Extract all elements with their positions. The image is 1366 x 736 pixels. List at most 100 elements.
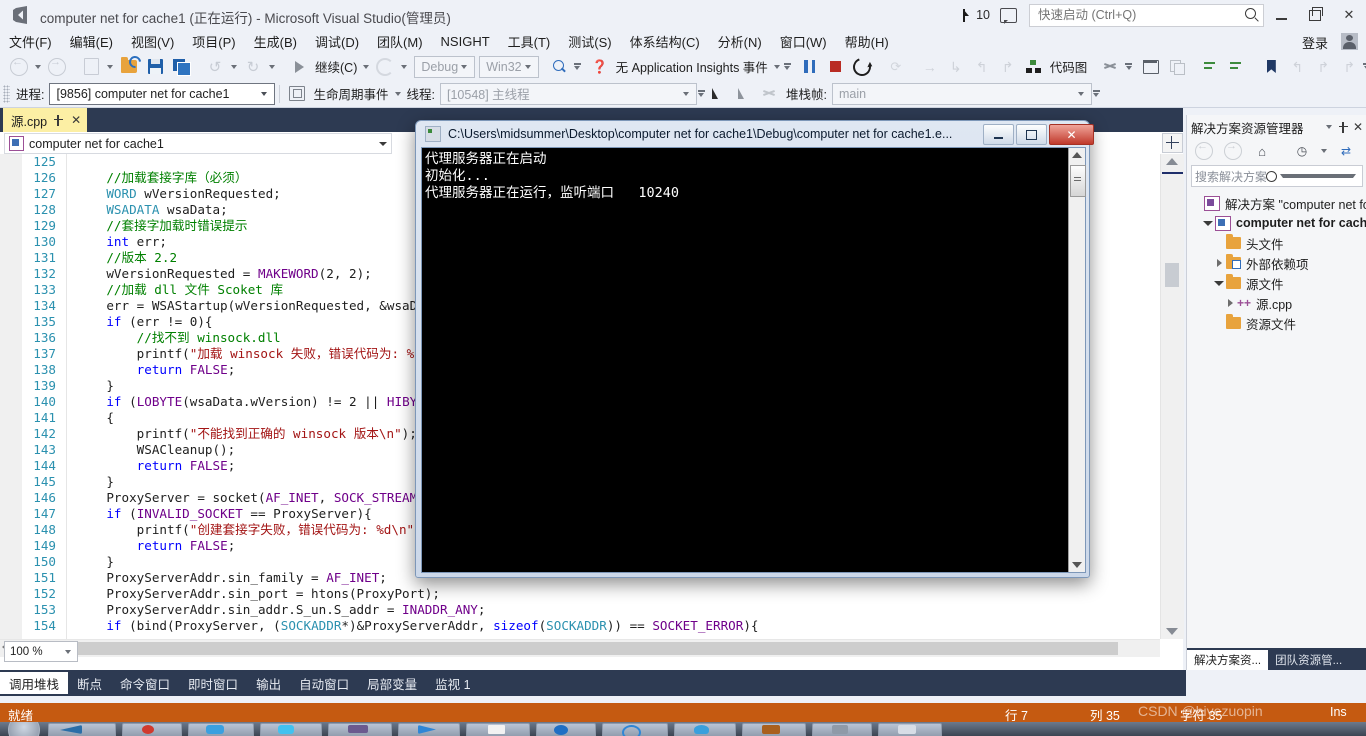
step-over-button[interactable]: → [917,56,943,78]
taskbar-item[interactable] [48,723,116,736]
window-compare-button[interactable] [1164,56,1190,78]
continue-dropdown-icon[interactable] [363,64,370,69]
tab-solution-explorer[interactable]: 解决方案资... [1187,650,1269,670]
home-button[interactable]: ⌂ [1249,140,1275,162]
tree-expander[interactable] [1201,220,1215,226]
document-tab-source-cpp[interactable]: 源.cpp ✕ [3,108,88,132]
thread-combo[interactable]: [10548] 主线程 [439,82,697,105]
toolbar-overflow-button[interactable] [783,62,791,71]
menu-item-edit[interactable]: 编辑(E) [61,30,122,53]
toolbar-overflow-button[interactable] [697,89,705,98]
tree-node[interactable]: 头文件 [1187,233,1366,253]
tab-autos[interactable]: 自动窗口 [290,672,358,694]
code-map-label[interactable]: 代码图 [1047,57,1091,76]
back-button[interactable] [1191,140,1217,162]
save-button[interactable] [142,56,168,78]
open-file-button[interactable] [116,56,142,78]
console-minimize-button[interactable] [983,124,1014,145]
menu-item-project[interactable]: 项目(P) [183,30,244,53]
restart-button[interactable] [849,54,875,79]
toolbar-grip[interactable] [3,84,10,103]
tree-node[interactable]: 解决方案 "computer net for cache1" [1187,193,1366,213]
tree-expander[interactable] [1212,280,1226,286]
tab-breakpoints[interactable]: 断点 [68,672,111,694]
minimize-button[interactable] [1264,0,1298,30]
stackframe-combo[interactable]: main [831,82,1092,105]
toolbar-overflow-button[interactable] [573,62,581,71]
step-out-button[interactable]: ↰ [969,56,995,78]
tab-locals[interactable]: 局部变量 [358,672,426,694]
menu-item-window[interactable]: 窗口(W) [771,30,836,53]
navigate-backward-dropdown-icon[interactable] [35,64,41,69]
next-bookmark-button[interactable]: ↱ [1310,56,1336,78]
flag-thread-button[interactable] [705,83,731,105]
app-insights-dropdown-icon[interactable] [773,64,780,69]
menu-item-analyze[interactable]: 分析(N) [709,30,771,53]
close-button[interactable]: ✕ [1332,0,1366,30]
tab-call-stack[interactable]: 调用堆栈 [0,672,69,694]
toggle-breakpoints-button[interactable] [1098,56,1124,78]
menu-item-build[interactable]: 生成(B) [245,30,306,53]
menu-item-team[interactable]: 团队(M) [368,30,432,53]
toolbar-overflow-button[interactable] [1092,89,1100,98]
notification-indicator[interactable]: 10 [963,8,990,22]
continue-label[interactable]: 继续(C) [312,57,360,76]
window-layout-button[interactable] [1138,56,1164,78]
save-all-button[interactable] [168,56,194,78]
editor-horizontal-scrollbar[interactable] [0,639,1160,657]
continue-button[interactable] [286,56,312,78]
scroll-down-icon[interactable] [1166,628,1178,635]
code-map-button[interactable] [1021,56,1047,78]
menu-item-debug[interactable]: 调试(D) [306,30,368,53]
console-output-area[interactable]: 代理服务器正在启动 初始化... 代理服务器正在运行，监听端口 10240 [421,147,1086,573]
toggle-bookmark-button[interactable] [1258,56,1284,78]
tree-expander[interactable] [1223,299,1237,307]
app-insights-label[interactable]: 无 Application Insights 事件 [613,57,771,76]
scroll-up-icon[interactable] [1072,152,1082,158]
find-in-files-button[interactable] [547,56,573,78]
clear-bookmarks-button[interactable]: ↱ [1336,56,1362,78]
hot-reload-button[interactable] [372,56,398,78]
navigate-forward-button[interactable] [44,56,70,78]
close-icon[interactable]: ✕ [71,114,81,126]
console-scrollbar-thumb[interactable] [1070,165,1086,197]
scroll-down-icon[interactable] [1072,562,1082,568]
tree-node[interactable]: 资源文件 [1187,313,1366,333]
chevron-down-icon[interactable] [1279,174,1356,178]
sync-button[interactable]: ⇄ [1333,140,1359,162]
project-scope-combo[interactable]: computer net for cache1 [4,133,392,154]
app-insights-button[interactable]: ❓ [587,56,613,78]
pin-icon[interactable] [1338,121,1349,133]
toolbar-overflow-button[interactable] [1125,62,1133,71]
solution-explorer-search[interactable]: 搜索解决方案资源管理器 [1191,165,1363,187]
menu-item-nsight[interactable]: NSIGHT [432,32,499,51]
stop-debugging-button[interactable] [823,56,849,78]
show-flagged-only-button[interactable] [757,83,783,105]
solution-configuration-combo[interactable]: Debug [414,55,476,78]
forward-button[interactable] [1220,140,1246,162]
tab-watch-1[interactable]: 监视 1 [426,672,479,694]
console-restore-button[interactable] [1016,124,1047,145]
horizontal-scrollbar-thumb[interactable] [18,642,1118,655]
lifecycle-label[interactable]: 生命周期事件 [310,84,391,103]
tab-immediate-window[interactable]: 即时窗口 [179,672,247,694]
quick-launch-input[interactable] [1036,7,1236,23]
quick-launch-box[interactable] [1029,3,1264,27]
tree-node[interactable]: 外部依赖项 [1187,253,1366,273]
menu-item-tools[interactable]: 工具(T) [499,30,560,53]
vertical-scrollbar-thumb[interactable] [1165,263,1179,287]
break-all-button[interactable] [797,56,823,78]
solution-tree[interactable]: 解决方案 "computer net for cache1" computer n… [1187,189,1366,333]
properties-button[interactable] [1362,140,1366,162]
new-project-dropdown-icon[interactable] [107,64,113,69]
start-button[interactable] [8,722,40,736]
tab-output[interactable]: 输出 [247,672,290,694]
pin-icon[interactable] [54,114,64,126]
previous-bookmark-button[interactable]: ↰ [1284,56,1310,78]
tree-node[interactable]: 源文件 [1187,273,1366,293]
new-project-button[interactable] [78,56,104,78]
console-window[interactable]: C:\Users\midsummer\Desktop\computer net … [415,120,1094,578]
lifecycle-events-button[interactable] [284,83,310,105]
menu-item-help[interactable]: 帮助(H) [836,30,898,53]
navigate-backward-button[interactable] [6,56,32,78]
